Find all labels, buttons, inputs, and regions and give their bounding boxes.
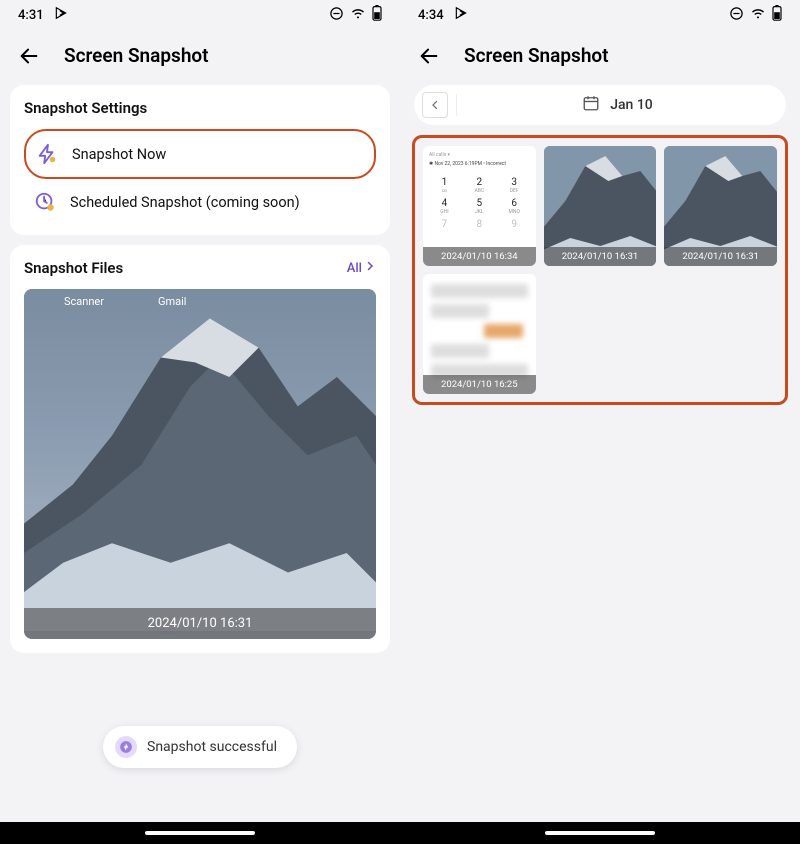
nav-bar [400,822,800,844]
toast: Snapshot successful [103,726,297,768]
toast-icon [115,736,137,758]
page-header: Screen Snapshot [400,30,800,85]
dnd-icon [329,6,344,25]
thumbnail-grid-highlight: All calls ▾ ✱ Nov 22, 2023 6:19PM • Inco… [412,135,788,405]
chevron-right-icon [364,260,376,276]
phone-left: 4:31 Screen Snapshot [0,0,400,844]
calendar-icon [582,94,600,116]
battery-icon [772,5,782,25]
play-icon [54,6,68,24]
back-button[interactable] [18,45,40,67]
thumbnail-blurred[interactable]: 2024/01/10 16:25 [423,274,536,394]
date-picker[interactable]: Jan 10 [456,94,778,116]
thumb-timestamp: 2024/01/10 16:34 [423,247,536,266]
files-card: Snapshot Files All [10,245,390,653]
thumbnail-dialer[interactable]: All calls ▾ ✱ Nov 22, 2023 6:19PM • Inco… [423,146,536,266]
nav-bar [0,822,400,844]
thumbnail-mountain-1[interactable]: 2024/01/10 16:31 [544,146,657,266]
page-title: Screen Snapshot [464,44,609,67]
home-icon-gmail: Gmail [158,295,186,308]
status-time: 4:34 [418,8,444,23]
battery-icon [372,5,382,25]
page-header: Screen Snapshot [0,30,400,85]
snapshot-timestamp: 2024/01/10 16:31 [24,608,376,639]
scheduled-label: Scheduled Snapshot (coming soon) [70,194,300,211]
clock-icon [34,191,56,213]
date-label: Jan 10 [610,97,653,113]
files-title: Snapshot Files [24,259,123,277]
thumb-timestamp: 2024/01/10 16:31 [544,247,657,266]
date-bar: Jan 10 [414,85,786,125]
dnd-icon [729,6,744,25]
back-button[interactable] [418,45,440,67]
page-title: Screen Snapshot [64,44,209,67]
settings-title: Snapshot Settings [24,99,376,117]
thumbnail-mountain-2[interactable]: 2024/01/10 16:31 [664,146,777,266]
thumb-timestamp: 2024/01/10 16:25 [423,375,536,394]
status-time: 4:31 [18,8,44,23]
play-icon [454,6,468,24]
status-bar: 4:34 [400,0,800,30]
home-icon-scanner: Scanner [64,295,104,308]
bolt-icon [36,143,58,165]
status-bar: 4:31 [0,0,400,30]
toast-message: Snapshot successful [147,739,277,755]
snapshot-now-label: Snapshot Now [72,146,166,163]
wifi-icon [750,5,766,25]
date-prev-button[interactable] [422,92,448,118]
snapshot-now-button[interactable]: Snapshot Now [24,129,376,179]
wifi-icon [350,5,366,25]
snapshot-large[interactable]: Scanner Gmail 2024/01/10 16:31 [24,289,376,639]
settings-card: Snapshot Settings Snapshot Now Scheduled… [10,85,390,235]
home-handle[interactable] [145,831,255,835]
thumbnail-grid: All calls ▾ ✱ Nov 22, 2023 6:19PM • Inco… [423,146,777,394]
phone-right: 4:34 Screen Snapshot [400,0,800,844]
thumb-timestamp: 2024/01/10 16:31 [664,247,777,266]
scheduled-snapshot-row: Scheduled Snapshot (coming soon) [24,179,376,225]
all-label: All [347,261,362,276]
all-link[interactable]: All [347,260,376,276]
home-handle[interactable] [545,831,655,835]
